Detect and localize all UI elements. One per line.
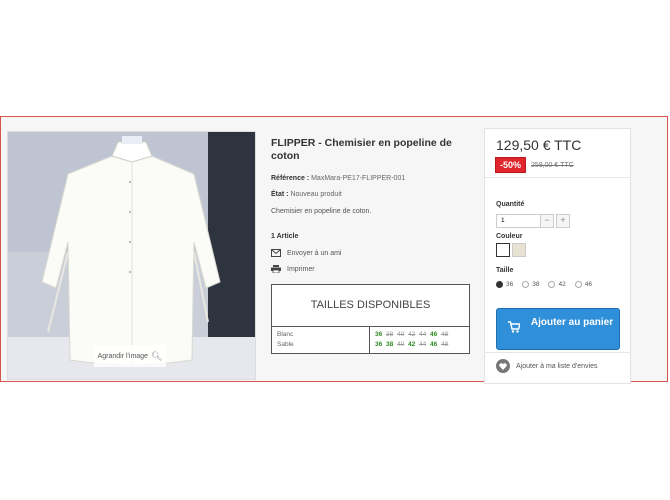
size-value: 38 <box>386 331 394 338</box>
size-label: Taille <box>496 267 514 274</box>
size-radio-38[interactable]: 38 <box>522 281 539 288</box>
quantity-decrease-button[interactable]: − <box>540 214 554 228</box>
color-swatch-white[interactable] <box>496 243 510 257</box>
quantity-label: Quantité <box>496 201 525 208</box>
size-value: 36 <box>375 341 383 348</box>
quantity-increase-button[interactable]: + <box>556 214 570 228</box>
size-value: 44 <box>419 341 427 348</box>
cart-icon <box>508 321 520 333</box>
product-condition: État : Nouveau produit <box>271 191 342 198</box>
radio-dot <box>574 281 582 288</box>
print-link[interactable]: Imprimer <box>271 265 315 273</box>
size-radio-label: 36 <box>506 281 514 288</box>
enlarge-image-button[interactable]: Agrandir l'image 🔍︎ <box>94 345 166 367</box>
size-value: 48 <box>441 341 449 348</box>
size-radio-42[interactable]: 42 <box>548 281 566 288</box>
color-name: Blanc <box>277 331 294 338</box>
add-to-cart-button[interactable]: Ajouter au panier <box>496 308 620 350</box>
envelope-icon <box>271 249 281 257</box>
wishlist-link[interactable]: Ajouter à ma liste d'envies <box>496 359 598 373</box>
sizes-table-title: TAILLES DISPONIBLES <box>272 285 469 327</box>
size-value: 46 <box>430 331 438 338</box>
available-sizes-table: TAILLES DISPONIBLES Blanc 36 38 40 42 44 46 48… <box>271 284 470 354</box>
price-block: 129,50 € TTC -50% 259,00 € TTC <box>485 129 630 178</box>
discount-badge: -50% <box>495 157 527 173</box>
shirt-photo <box>8 132 255 379</box>
product-reference: Référence : MaxMara-PE17-FLIPPER-001 <box>271 175 405 182</box>
reference-value: MaxMara-PE17-FLIPPER-001 <box>311 175 406 182</box>
reference-label: Référence : <box>271 175 310 182</box>
send-to-friend-label: Envoyer à un ami <box>287 249 342 257</box>
quantity-field[interactable] <box>496 214 546 228</box>
wishlist-label: Ajouter à ma liste d'envies <box>516 362 598 370</box>
divider <box>484 352 630 353</box>
size-options: 36 38 42 46 <box>496 281 592 288</box>
size-value: 38 <box>386 341 394 348</box>
enlarge-image-label: Agrandir l'image <box>97 352 148 360</box>
print-label: Imprimer <box>287 265 315 273</box>
old-price: 259,00 € TTC <box>531 162 574 169</box>
size-radio-36[interactable]: 36 <box>496 281 513 288</box>
product-image[interactable] <box>7 131 256 380</box>
size-list: 36 38 40 42 44 46 48 <box>375 340 452 349</box>
table-row: Blanc 36 38 40 42 44 46 48 <box>272 330 469 339</box>
color-label: Couleur <box>496 233 523 240</box>
size-value: 48 <box>441 331 449 338</box>
radio-dot <box>548 281 556 288</box>
size-value: 36 <box>375 331 383 338</box>
condition-value: Nouveau produit <box>290 191 342 198</box>
add-to-cart-label: Ajouter au panier <box>530 317 614 328</box>
table-row: Sable 36 38 40 42 44 46 48 <box>272 340 469 349</box>
current-price: 129,50 € TTC <box>496 137 582 153</box>
printer-icon <box>271 265 281 273</box>
condition-label: État : <box>271 191 289 198</box>
stock-count: 1 Article <box>271 233 299 240</box>
heart-icon <box>496 359 510 373</box>
send-to-friend-link[interactable]: Envoyer à un ami <box>271 249 341 257</box>
size-radio-label: 38 <box>532 281 540 288</box>
size-value: 40 <box>397 341 405 348</box>
sizes-table-body: Blanc 36 38 40 42 44 46 48 Sable 36 38 40 42 44 46 4… <box>272 326 469 353</box>
radio-dot <box>496 281 503 288</box>
size-radio-label: 42 <box>558 281 566 288</box>
size-value: 44 <box>419 331 427 338</box>
size-radio-label: 46 <box>584 281 592 288</box>
size-radio-46[interactable]: 46 <box>574 281 592 288</box>
product-title: FLIPPER - Chemisier en popeline de coton <box>271 137 452 162</box>
color-name: Sable <box>277 341 294 348</box>
color-swatch-sand[interactable] <box>512 243 526 257</box>
magnifier-icon: 🔍︎ <box>150 350 163 361</box>
size-list: 36 38 40 42 44 46 48 <box>375 330 452 339</box>
short-description: Chemisier en popeline de coton. <box>271 208 372 215</box>
size-value: 42 <box>408 341 416 348</box>
size-value: 42 <box>408 331 416 338</box>
radio-dot <box>522 281 530 288</box>
size-value: 46 <box>430 341 438 348</box>
size-value: 40 <box>397 331 405 338</box>
